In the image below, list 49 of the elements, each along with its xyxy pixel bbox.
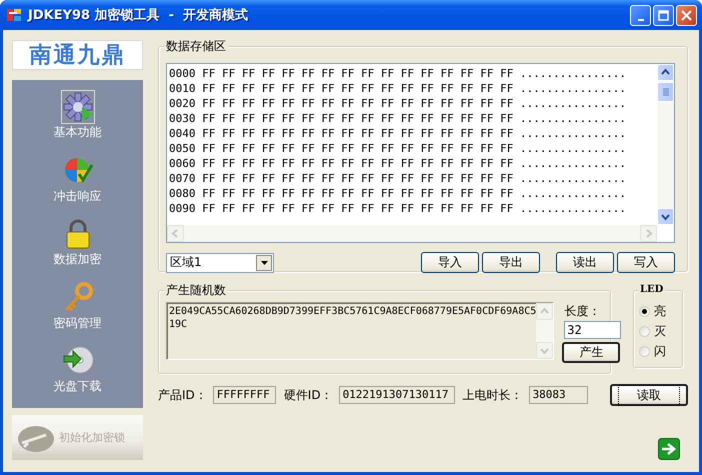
gear-icon	[62, 91, 94, 123]
region-dropdown[interactable]: 区域1	[166, 252, 274, 272]
action-button[interactable]: 导出	[482, 252, 540, 273]
next-button[interactable]	[658, 438, 680, 460]
radio-circle[interactable]	[639, 326, 650, 337]
field-label: 硬件ID：	[284, 386, 333, 404]
length-label: 长度：	[563, 303, 602, 320]
readonly-field: FFFFFFFF	[212, 386, 276, 404]
readonly-field: 0122191307130117	[338, 386, 455, 404]
hex-row-text: 0000 FF FF FF FF FF FF FF FF FF FF FF FF FF FF FF FF ................	[169, 66, 627, 81]
maximize-button[interactable]	[653, 4, 674, 26]
hex-row-text: 0050 FF FF FF FF FF FF FF FF FF FF FF FF FF FF FF FF ................	[169, 141, 627, 156]
grip-icon	[660, 87, 670, 97]
hex-row-text: 0020 FF FF FF FF FF FF FF FF FF FF FF FF FF FF FF FF ................	[169, 96, 627, 111]
random-output-field[interactable]: 2E049CA55CA60268DB9D7399EFF3BC5761C9A8ECF068779E5AF0CDF69A8C519C	[166, 302, 554, 360]
length-field[interactable]: 32	[564, 321, 622, 339]
led-radio[interactable]: 亮	[639, 303, 682, 320]
group-title: 数据存储区	[164, 39, 228, 53]
radio-circle[interactable]	[639, 346, 650, 357]
action-button[interactable]: 导入	[421, 252, 479, 273]
hex-row-text: 0070 FF FF FF FF FF FF FF FF FF FF FF FF FF FF FF FF ................	[169, 171, 627, 186]
maximize-icon	[658, 10, 669, 20]
hex-row-text: 0040 FF FF FF FF FF FF FF FF FF FF FF FF FF FF FF FF ................	[169, 126, 627, 141]
logo-text: 南通九鼎	[12, 40, 143, 70]
window-title: JDKEY98 加密锁工具 - 开发商模式	[28, 6, 250, 24]
read-button[interactable]: 读取	[610, 384, 688, 406]
readonly-field: 38083	[528, 386, 588, 404]
led-radio[interactable]: 闪	[639, 343, 682, 360]
generate-button[interactable]: 产生	[562, 342, 620, 363]
app-icon	[6, 7, 22, 23]
action-button[interactable]: 写入	[617, 252, 675, 273]
hex-row-text: 0080 FF FF FF FF FF FF FF FF FF FF FF FF FF FF FF FF ................	[169, 186, 627, 201]
close-button[interactable]	[676, 4, 697, 26]
radio-circle[interactable]	[639, 306, 650, 317]
action-button[interactable]: 读出	[556, 252, 614, 273]
vertical-scrollbar[interactable]	[657, 64, 674, 225]
close-icon	[681, 10, 692, 20]
hex-row-text: 0060 FF FF FF FF FF FF FF FF FF FF FF FF FF FF FF FF ................	[169, 156, 627, 171]
group-title: 产生随机数	[164, 283, 228, 297]
minimize-button[interactable]	[630, 4, 651, 26]
field-label: 上电时长：	[462, 386, 523, 404]
hex-row-text: 0030 FF FF FF FF FF FF FF FF FF FF FF FF FF FF FF FF ................	[169, 111, 627, 126]
led-radio[interactable]: 灭	[639, 323, 682, 340]
field-label: 产品ID：	[158, 386, 207, 404]
dropdown-caret-icon	[260, 258, 268, 266]
horizontal-scrollbar[interactable]	[167, 225, 657, 242]
minimize-icon	[638, 18, 644, 20]
hex-row-text: 0090 FF FF FF FF FF FF FF FF FF FF FF FF FF FF FF FF ................	[169, 201, 627, 216]
hex-row-text: 0010 FF FF FF FF FF FF FF FF FF FF FF FF FF FF FF FF ................	[169, 81, 627, 96]
